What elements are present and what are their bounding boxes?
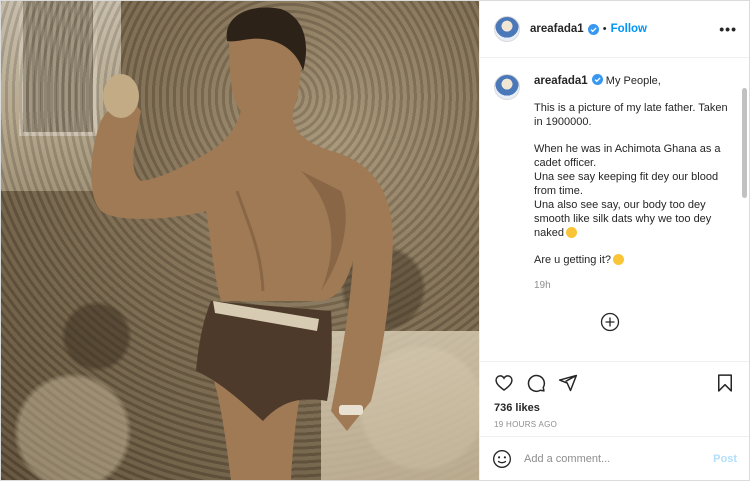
- comment-icon[interactable]: [526, 373, 546, 393]
- caption-line-text: Una see say keeping fit dey our blood fr…: [534, 171, 719, 197]
- post-timestamp[interactable]: 19 HOURS AGO: [494, 420, 735, 429]
- caption-time[interactable]: 19h: [534, 279, 730, 293]
- post-side-panel: areafada1 • Follow ••• areafada1 My Peop…: [479, 1, 749, 480]
- load-more-comments-icon[interactable]: [600, 312, 620, 332]
- caption-line-text: Are u getting it?: [534, 254, 612, 266]
- caption-username[interactable]: areafada1: [534, 75, 588, 87]
- avatar[interactable]: [494, 16, 520, 42]
- photo-figure: [91, 7, 393, 480]
- grinning-sweat-emoji-icon: [565, 227, 577, 238]
- header-separator: •: [602, 23, 607, 35]
- caption-line: Are u getting it?: [534, 253, 730, 267]
- post-photo[interactable]: [1, 1, 479, 480]
- post-actions: 736 likes 19 HOURS AGO: [480, 361, 749, 436]
- post-header: areafada1 • Follow •••: [480, 1, 749, 58]
- caption-line: My People,: [605, 75, 661, 87]
- share-icon[interactable]: [558, 373, 578, 393]
- caption-body: areafada1 My People, This is a picture o…: [534, 74, 730, 293]
- caption-line: When he was in Achimota Ghana as a cadet…: [534, 142, 730, 240]
- action-icons: [494, 372, 735, 394]
- verified-badge-icon: [587, 23, 599, 35]
- follow-button[interactable]: Follow: [611, 23, 647, 35]
- comments-section[interactable]: areafada1 My People, This is a picture o…: [480, 58, 749, 361]
- more-options-button[interactable]: •••: [719, 21, 737, 37]
- verified-badge-icon: [591, 74, 603, 85]
- caption-line-text: Una also see say, our body too dey smoot…: [534, 199, 712, 239]
- caption-line: This is a picture of my late father. Tak…: [534, 102, 728, 128]
- post-comment-button[interactable]: Post: [713, 453, 737, 465]
- comment-input[interactable]: [524, 452, 714, 465]
- post-dialog: areafada1 • Follow ••• areafada1 My Peop…: [0, 0, 750, 481]
- caption-line-text: When he was in Achimota Ghana as a cadet…: [534, 143, 721, 169]
- comments-scrollbar[interactable]: [742, 88, 747, 198]
- comment-composer: Post: [480, 436, 749, 480]
- bookmark-icon[interactable]: [715, 373, 735, 393]
- emoji-picker-icon[interactable]: [492, 449, 512, 469]
- header-username[interactable]: areafada1: [530, 23, 584, 35]
- heart-icon[interactable]: [494, 373, 514, 393]
- caption: areafada1 My People, This is a picture o…: [494, 74, 735, 293]
- likes-count[interactable]: 736 likes: [494, 402, 735, 414]
- caption-avatar[interactable]: [494, 74, 520, 100]
- tongue-out-emoji-icon: [613, 254, 625, 265]
